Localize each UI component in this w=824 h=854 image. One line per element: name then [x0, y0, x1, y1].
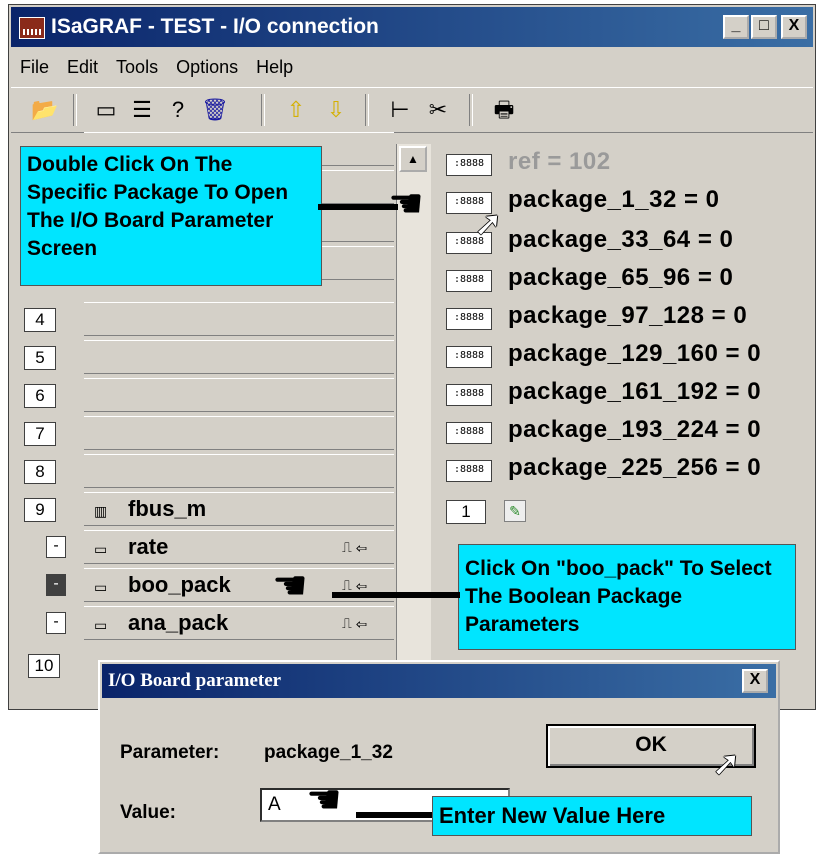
app-icon — [19, 17, 45, 39]
pointing-hand-icon: ☚ — [306, 778, 342, 822]
menu-tools[interactable]: Tools — [107, 51, 167, 84]
parameter-value: package_1_32 — [264, 742, 393, 763]
signal-icon: ⎍ ⇦ — [342, 615, 367, 631]
slot-row-4: 4 — [10, 302, 394, 336]
sub-row-rate: - ▭ rate ⎍ ⇦ — [10, 530, 394, 564]
package-icon: ▭ — [94, 617, 108, 633]
slot-row-8: 8 — [10, 454, 394, 488]
register-icon: :8888 — [446, 154, 492, 176]
register-icon: :8888 — [446, 422, 492, 444]
minimize-button[interactable]: _ — [723, 15, 749, 39]
mouse-cursor-icon: ➚ — [712, 745, 741, 783]
toolbar-separator — [469, 94, 473, 126]
slot-cell[interactable] — [84, 416, 394, 450]
package-icon: ▭ — [94, 541, 108, 557]
dialog-title-bar: I/O Board parameter X — [102, 664, 776, 698]
callout-double-click: Double Click On The Specific Package To … — [20, 146, 322, 286]
slot-cell[interactable]: ▥ fbus_m — [84, 492, 394, 526]
counter-box[interactable]: 1 — [446, 500, 486, 524]
cut-icon[interactable]: ✂ — [425, 96, 451, 124]
help-icon[interactable]: ? — [165, 96, 191, 124]
slot-number[interactable]: 8 — [24, 460, 56, 484]
slot-cell[interactable] — [84, 378, 394, 412]
slot-cell[interactable] — [84, 340, 394, 374]
mouse-cursor-icon: ➚ — [474, 205, 503, 243]
title-bar: ISaGRAF - TEST - I/O connection _ □ X — [11, 7, 813, 47]
menu-bar: File Edit Tools Options Help — [11, 51, 813, 83]
sub-marker[interactable]: - — [46, 574, 66, 596]
callout-boo-pack: Click On "boo_pack" To Select The Boolea… — [458, 544, 796, 650]
sub-cell[interactable]: ▭ rate ⎍ ⇦ — [84, 530, 394, 564]
slot-number[interactable]: 5 — [24, 346, 56, 370]
package-label: package_33_64 = 0 — [508, 226, 734, 253]
menu-file[interactable]: File — [11, 51, 58, 84]
package-label: package_1_32 = 0 — [508, 186, 720, 213]
toolbar-separator — [73, 94, 77, 126]
slot-row-5: 5 — [10, 340, 394, 374]
register-icon: :8888 — [446, 270, 492, 292]
package-label: package_97_128 = 0 — [508, 302, 748, 329]
open-icon[interactable]: 📂 — [31, 96, 58, 124]
slot-row-7: 7 — [10, 416, 394, 450]
menu-edit[interactable]: Edit — [58, 51, 107, 84]
package-label: package_225_256 = 0 — [508, 454, 762, 481]
package-label: package_161_192 = 0 — [508, 378, 762, 405]
package-label: package_129_160 = 0 — [508, 340, 762, 367]
toolbar-separator — [365, 94, 369, 126]
toolbar-separator — [261, 94, 265, 126]
sub-marker[interactable]: - — [46, 536, 66, 558]
slot-cell[interactable] — [84, 302, 394, 336]
slot-number[interactable]: 4 — [24, 308, 56, 332]
signal-icon: ⎍ ⇦ — [342, 539, 367, 555]
close-button[interactable]: X — [781, 15, 807, 39]
package-name: rate — [128, 534, 169, 559]
menu-help[interactable]: Help — [247, 51, 302, 84]
package-label: package_193_224 = 0 — [508, 416, 762, 443]
maximize-button[interactable]: □ — [751, 15, 777, 39]
delete-icon[interactable]: 🗑 — [201, 96, 229, 124]
register-icon: :8888 — [446, 460, 492, 482]
list-icon[interactable]: ☰ — [129, 96, 155, 124]
register-icon: :8888 — [446, 384, 492, 406]
pointer-line — [318, 204, 398, 210]
sub-cell[interactable]: ▭ ana_pack ⎍ ⇦ — [84, 606, 394, 640]
up-arrow-icon[interactable]: ⇧ — [283, 96, 309, 124]
edit-pencil-icon[interactable]: ✎ — [504, 500, 526, 522]
slot-row-6: 6 — [10, 378, 394, 412]
callout-enter-value: Enter New Value Here — [432, 796, 752, 836]
dialog-close-button[interactable]: X — [742, 669, 768, 693]
board-icon: ▥ — [94, 503, 108, 519]
package-icon: ▭ — [94, 579, 108, 595]
dialog-title: I/O Board parameter — [108, 670, 282, 691]
ref-label: ref = 102 — [508, 148, 611, 175]
board-name: fbus_m — [128, 496, 207, 521]
slot-cell[interactable] — [84, 454, 394, 488]
sub-row-ana-pack: - ▭ ana_pack ⎍ ⇦ — [10, 606, 394, 640]
pointing-hand-icon: ☚ — [388, 182, 424, 226]
slot-number[interactable]: 10 — [28, 654, 60, 678]
register-icon: :8888 — [446, 346, 492, 368]
pointing-hand-icon: ☚ — [272, 564, 308, 608]
pointer-line — [332, 592, 460, 598]
scroll-up-icon[interactable]: ▲ — [399, 146, 427, 172]
parameter-label: Parameter: — [120, 742, 220, 763]
slot-number[interactable]: 9 — [24, 498, 56, 522]
edit-icon[interactable]: ▭ — [93, 96, 119, 124]
print-icon[interactable]: 🖶 — [491, 96, 517, 124]
package-name: ana_pack — [128, 610, 229, 635]
window-title: ISaGRAF - TEST - I/O connection — [51, 15, 379, 38]
pointer-line — [356, 812, 436, 818]
connect-icon[interactable]: ⊢ — [387, 96, 413, 124]
slot-number[interactable]: 6 — [24, 384, 56, 408]
slot-row-9: 9 ▥ fbus_m — [10, 492, 394, 526]
toolbar: 📂 ▭ ☰ ? 🗑 ⇧ ⇩ ⊢ ✂ 🖶 — [11, 87, 813, 133]
register-icon: :8888 — [446, 308, 492, 330]
package-label: package_65_96 = 0 — [508, 264, 734, 291]
slot-number[interactable]: 7 — [24, 422, 56, 446]
down-arrow-icon[interactable]: ⇩ — [323, 96, 349, 124]
package-name: boo_pack — [128, 572, 231, 597]
value-label: Value: — [120, 802, 176, 823]
sub-marker[interactable]: - — [46, 612, 66, 634]
menu-options[interactable]: Options — [167, 51, 247, 84]
